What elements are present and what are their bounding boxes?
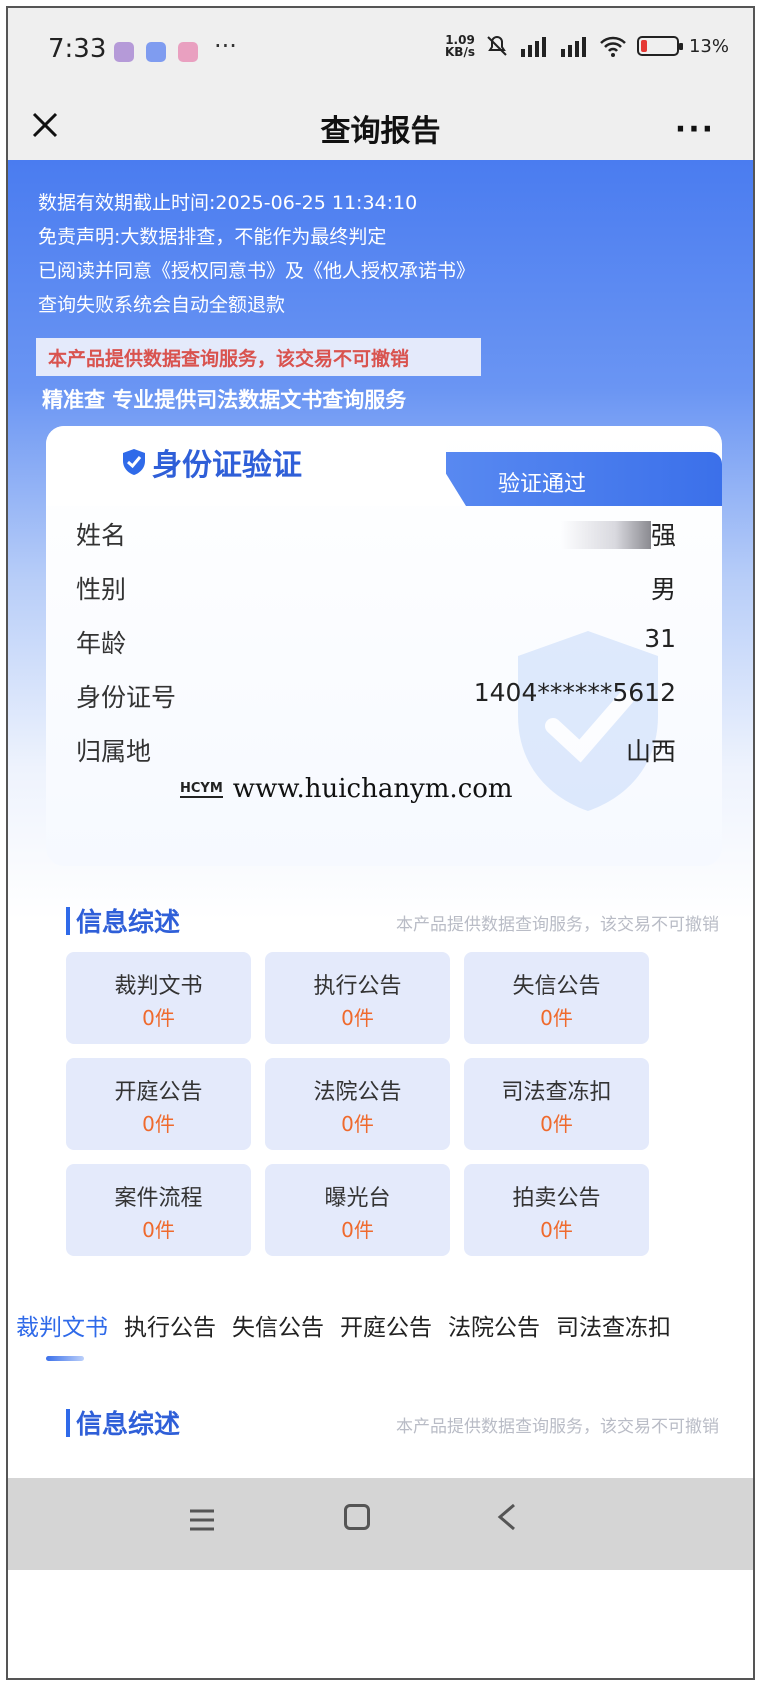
tile-count: 0件 bbox=[341, 1218, 374, 1242]
info-value-text: 强 bbox=[650, 521, 676, 550]
card-title-text: 身份证验证 bbox=[152, 448, 302, 483]
phone-frame: 7:33 ··· 1.09 KB/s 13% 查询报告 ··· 数据有效期截止时… bbox=[6, 6, 755, 1680]
info-row-id-number: 身份证号 1404******5612 bbox=[76, 678, 676, 714]
verified-status: 验证通过 bbox=[498, 472, 587, 497]
tab-judgment-documents[interactable]: 裁判文书 bbox=[16, 1308, 108, 1342]
signal-icon bbox=[520, 37, 546, 57]
redacted-mark: · bbox=[560, 521, 651, 549]
home-icon[interactable] bbox=[344, 1504, 370, 1530]
summary-heading: 信息综述 bbox=[66, 902, 180, 939]
info-row-name: 姓名 ·强 bbox=[76, 516, 676, 552]
active-tab-indicator bbox=[46, 1356, 84, 1361]
irrevocable-warning: 本产品提供数据查询服务，该交易不可撤销 bbox=[36, 338, 481, 376]
tile-count: 0件 bbox=[142, 1112, 175, 1136]
summary-title-2: 信息综述 bbox=[76, 1410, 181, 1440]
signal-icon bbox=[560, 37, 586, 57]
battery-icon bbox=[636, 36, 683, 56]
tile-label: 拍卖公告 bbox=[512, 1186, 601, 1211]
more-notifications-icon: ··· bbox=[214, 32, 237, 60]
mute-icon bbox=[487, 35, 507, 56]
tile-hearing-notices[interactable]: 开庭公告 0件 bbox=[66, 1058, 251, 1150]
heading-bar bbox=[66, 906, 70, 935]
watermark-url: www.huichanym.com bbox=[232, 774, 513, 804]
tab-dishonesty-notices[interactable]: 失信公告 bbox=[232, 1308, 324, 1342]
tile-count: 0件 bbox=[341, 1006, 374, 1030]
tile-label: 裁判文书 bbox=[114, 974, 203, 999]
tile-enforcement-notices[interactable]: 执行公告 0件 bbox=[265, 952, 450, 1044]
info-value: ·强 bbox=[560, 516, 676, 552]
wifi-icon bbox=[600, 36, 626, 57]
tile-label: 曝光台 bbox=[324, 1186, 391, 1211]
info-label: 年龄 bbox=[76, 629, 127, 658]
tile-judgment-documents[interactable]: 裁判文书 0件 bbox=[66, 952, 251, 1044]
tile-label: 开庭公告 bbox=[114, 1080, 203, 1105]
tab-enforcement-notices[interactable]: 执行公告 bbox=[124, 1308, 216, 1342]
more-options-icon[interactable]: ··· bbox=[675, 112, 715, 147]
tile-auction-notices[interactable]: 拍卖公告 0件 bbox=[464, 1164, 649, 1256]
tile-count: 0件 bbox=[540, 1112, 573, 1136]
info-value: 1404******5612 bbox=[473, 678, 676, 707]
tile-court-notices[interactable]: 法院公告 0件 bbox=[265, 1058, 450, 1150]
tile-label: 司法查冻扣 bbox=[501, 1080, 612, 1105]
tile-exposure[interactable]: 曝光台 0件 bbox=[265, 1164, 450, 1256]
bottom-blank bbox=[8, 1570, 753, 1678]
tile-count: 0件 bbox=[540, 1218, 573, 1242]
summary-heading-2: 信息综述 bbox=[66, 1404, 180, 1441]
tile-label: 法院公告 bbox=[313, 1080, 402, 1105]
status-bar: 7:33 ··· 1.09 KB/s 13% bbox=[8, 8, 753, 88]
summary-note: 本产品提供数据查询服务，该交易不可撤销 bbox=[396, 915, 719, 935]
network-speed-unit: KB/s bbox=[445, 45, 475, 59]
summary-note-2: 本产品提供数据查询服务，该交易不可撤销 bbox=[396, 1417, 719, 1437]
info-value: 山西 bbox=[625, 737, 676, 766]
status-time: 7:33 bbox=[48, 34, 107, 64]
category-tabs: 裁判文书 执行公告 失信公告 开庭公告 法院公告 司法查冻扣 bbox=[16, 1308, 671, 1342]
network-speed: 1.09 KB/s bbox=[445, 34, 475, 58]
app-notification-icon bbox=[178, 42, 198, 62]
tile-case-process[interactable]: 案件流程 0件 bbox=[66, 1164, 251, 1256]
tile-count: 0件 bbox=[540, 1006, 573, 1030]
tile-label: 失信公告 bbox=[512, 974, 601, 999]
shield-check-icon bbox=[123, 449, 145, 475]
app-notification-icon bbox=[146, 42, 166, 62]
app-notification-icon bbox=[114, 42, 134, 62]
summary-title: 信息综述 bbox=[76, 908, 181, 938]
info-row-region: 归属地 山西 bbox=[76, 732, 676, 768]
expiry-notice: 数据有效期截止时间:2025-06-25 11:34:10 bbox=[38, 192, 418, 214]
tile-label: 执行公告 bbox=[313, 974, 402, 999]
page-title: 查询报告 bbox=[320, 114, 441, 149]
summary-grid: 裁判文书 0件 执行公告 0件 失信公告 0件 开庭公告 0件 法院公告 0件 司法查冻扣… bbox=[66, 952, 651, 1256]
tile-label: 案件流程 bbox=[114, 1186, 203, 1211]
tile-count: 0件 bbox=[341, 1112, 374, 1136]
tab-judicial-freeze[interactable]: 司法查冻扣 bbox=[556, 1308, 671, 1342]
info-label: 身份证号 bbox=[76, 683, 177, 712]
info-label: 姓名 bbox=[76, 521, 127, 550]
info-row-gender: 性别 男 bbox=[76, 570, 676, 606]
card-title: 身份证验证 bbox=[122, 440, 302, 484]
refund-notice: 查询失败系统会自动全额退款 bbox=[38, 294, 286, 316]
info-value: 31 bbox=[644, 624, 676, 653]
title-bar: 查询报告 ··· bbox=[8, 88, 753, 168]
back-icon[interactable] bbox=[494, 1502, 520, 1532]
watermark-logo: HCYM bbox=[180, 780, 223, 798]
slogan: 精准查 专业提供司法数据文书查询服务 bbox=[42, 388, 407, 412]
watermark: HCYM www.huichanym.com bbox=[180, 774, 513, 804]
info-label: 归属地 bbox=[76, 737, 152, 766]
heading-bar bbox=[66, 1408, 70, 1437]
agreement-notice[interactable]: 已阅读并同意《授权同意书》及《他人授权承诺书》 bbox=[38, 256, 475, 283]
info-row-age: 年龄 31 bbox=[76, 624, 676, 660]
tile-count: 0件 bbox=[142, 1006, 175, 1030]
disclaimer-notice: 免责声明:大数据排查，不能作为最终判定 bbox=[38, 226, 387, 248]
info-label: 性别 bbox=[76, 575, 127, 604]
tab-court-notices[interactable]: 法院公告 bbox=[448, 1308, 540, 1342]
status-right: 1.09 KB/s 13% bbox=[445, 34, 729, 58]
menu-icon[interactable] bbox=[188, 1508, 216, 1532]
tile-judicial-freeze[interactable]: 司法查冻扣 0件 bbox=[464, 1058, 649, 1150]
system-nav-bar bbox=[8, 1478, 753, 1570]
battery-percent: 13% bbox=[688, 35, 729, 57]
info-value: 男 bbox=[650, 575, 676, 604]
tab-hearing-notices[interactable]: 开庭公告 bbox=[340, 1308, 432, 1342]
tile-dishonesty-notices[interactable]: 失信公告 0件 bbox=[464, 952, 649, 1044]
tile-count: 0件 bbox=[142, 1218, 175, 1242]
